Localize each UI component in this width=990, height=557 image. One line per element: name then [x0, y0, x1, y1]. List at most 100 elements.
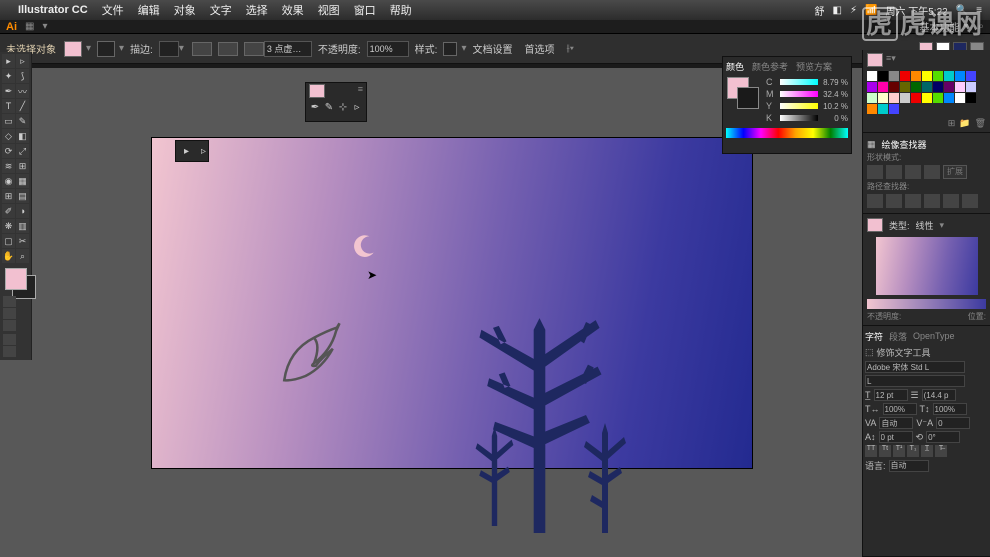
blend-tool[interactable]: ◑ [16, 204, 29, 218]
super-icon[interactable]: T¹ [893, 445, 905, 457]
paintbrush-tool[interactable]: ✎ [16, 114, 29, 128]
sw-folder-icon[interactable]: 📁 [959, 118, 970, 129]
font-size-input[interactable] [874, 389, 908, 401]
sel-tool-direct-icon[interactable]: ▹ [197, 145, 210, 158]
pen-tool-icon[interactable]: ✒ [310, 101, 320, 114]
app-name[interactable]: Illustrator CC [18, 4, 88, 16]
ot-tab[interactable]: OpenType [913, 331, 955, 341]
font-style-input[interactable] [865, 375, 965, 387]
shape-builder-tool[interactable]: ◉ [2, 174, 15, 188]
opacity-input[interactable] [367, 41, 409, 57]
status-wifi-icon[interactable]: 📶 [865, 5, 877, 16]
color-tab[interactable]: 颜色 [726, 60, 744, 73]
hscale-input[interactable] [883, 403, 917, 415]
convert-tool-icon[interactable]: ▹ [352, 101, 362, 114]
arrange-icon[interactable]: ▾ [42, 21, 47, 32]
slice-tool[interactable]: ✂ [16, 234, 29, 248]
tracking-input[interactable] [936, 417, 970, 429]
bridge-icon[interactable]: ▦ [25, 21, 34, 32]
leading-input[interactable] [922, 389, 956, 401]
menu-object[interactable]: 对象 [174, 2, 196, 18]
status-power-icon[interactable]: ⚡︎ [850, 5, 857, 16]
color-themes-tab[interactable]: 预览方案 [796, 60, 832, 73]
shaper-tool[interactable]: ◇ [2, 129, 15, 143]
floating-selection-tools[interactable]: ▸ ▹ [175, 140, 209, 162]
line-tool[interactable]: ╱ [16, 99, 29, 113]
color-panel[interactable]: 颜色 颜色参考 预览方案 C8.79 % M32.4 % Y10.2 % K0 … [722, 56, 852, 154]
sw-menu-icon[interactable]: ≡▾ [886, 53, 896, 67]
artboard-tool[interactable]: ▢ [2, 234, 15, 248]
menu-type[interactable]: 文字 [210, 2, 232, 18]
rotation-input[interactable] [926, 431, 960, 443]
search-icon[interactable]: ⌕ [978, 21, 984, 32]
mesh-tool[interactable]: ⊞ [2, 189, 15, 203]
menu-file[interactable]: 文件 [102, 2, 124, 18]
status-clock[interactable]: 周六 下午5:22 [885, 3, 947, 18]
m-slider[interactable] [780, 91, 818, 97]
stroke-weight-input[interactable] [159, 41, 179, 57]
panel-fill-chip[interactable] [309, 84, 325, 98]
stroke-swatch[interactable] [97, 41, 115, 57]
fill-stroke-swatch[interactable] [5, 268, 27, 290]
menu-effect[interactable]: 效果 [282, 2, 304, 18]
status-menu-icon[interactable]: ≡ [976, 5, 982, 16]
pen-tool[interactable]: ✒ [2, 84, 15, 98]
vscale-input[interactable] [933, 403, 967, 415]
touch-type-label[interactable]: 修饰文字工具 [877, 346, 931, 359]
tree-small-right[interactable] [580, 413, 630, 533]
doc-setup-btn[interactable]: 文档设置 [472, 41, 512, 56]
bird-shape[interactable] [269, 308, 359, 393]
y-slider[interactable] [780, 103, 818, 109]
color-stroke-swatch[interactable] [737, 87, 759, 109]
perspective-tool[interactable]: ▦ [16, 174, 29, 188]
floating-pen-tools[interactable]: ≡ ✒ ✎ ⊹ ▹ [305, 82, 367, 122]
panel-menu-icon[interactable]: ≡ [358, 84, 363, 96]
sw-fill-chip[interactable] [867, 53, 883, 67]
color-spectrum[interactable] [726, 128, 848, 138]
underline-icon[interactable]: T̲ [921, 445, 933, 457]
color-mode-toggles[interactable] [2, 295, 29, 332]
curvature-tool[interactable]: 〰 [16, 84, 29, 98]
para-tab[interactable]: 段落 [889, 330, 907, 343]
c-slider[interactable] [780, 79, 818, 85]
hand-tool[interactable]: ✋ [2, 249, 15, 263]
kerning-input[interactable] [879, 417, 913, 429]
scale-tool[interactable]: ⤢ [16, 144, 29, 158]
fill-swatch[interactable] [64, 41, 82, 57]
sw-trash-icon[interactable]: 🗑 [975, 118, 986, 129]
gradient-preview[interactable] [876, 237, 978, 295]
direct-selection-tool[interactable]: ▹ [16, 54, 29, 68]
baseline-input[interactable] [879, 431, 913, 443]
menu-window[interactable]: 窗口 [354, 2, 376, 18]
free-transform-tool[interactable]: ⊞ [16, 159, 29, 173]
eyedropper-tool[interactable]: ✐ [2, 204, 15, 218]
rectangle-tool[interactable]: ▭ [2, 114, 15, 128]
char-tab[interactable]: 字符 [865, 330, 883, 343]
crop-icon[interactable] [924, 194, 940, 208]
style-swatch[interactable] [443, 42, 457, 56]
allcaps-icon[interactable]: TT [865, 445, 877, 457]
pathfinder-tab[interactable]: 绘像查找器 [882, 138, 927, 151]
lang-select[interactable] [889, 460, 929, 472]
width-tool[interactable]: ≋ [2, 159, 15, 173]
column-graph-tool[interactable]: ▥ [16, 219, 29, 233]
artboard[interactable] [152, 138, 752, 468]
menu-select[interactable]: 选择 [246, 2, 268, 18]
sub-icon[interactable]: T₁ [907, 445, 919, 457]
smallcaps-icon[interactable]: Tt [879, 445, 891, 457]
magic-wand-tool[interactable]: ✦ [2, 69, 15, 83]
pencil-tool-icon[interactable]: ✎ [324, 101, 334, 114]
zoom-tool[interactable]: ⌕ [16, 249, 29, 263]
sel-tool-arrow-icon[interactable]: ▸ [180, 145, 193, 158]
moon-shape[interactable] [352, 233, 378, 259]
status-ime[interactable]: 舒 [815, 3, 825, 18]
menu-help[interactable]: 帮助 [390, 2, 412, 18]
brush-def[interactable] [264, 41, 312, 57]
rotate-tool[interactable]: ⟳ [2, 144, 15, 158]
grad-chip[interactable] [867, 218, 883, 232]
status-search-icon[interactable]: 🔍 [956, 5, 968, 16]
menu-view[interactable]: 视图 [318, 2, 340, 18]
merge-icon[interactable] [905, 194, 921, 208]
strike-icon[interactable]: T̶ [935, 445, 947, 457]
color-guide-tab[interactable]: 颜色参考 [752, 60, 788, 73]
